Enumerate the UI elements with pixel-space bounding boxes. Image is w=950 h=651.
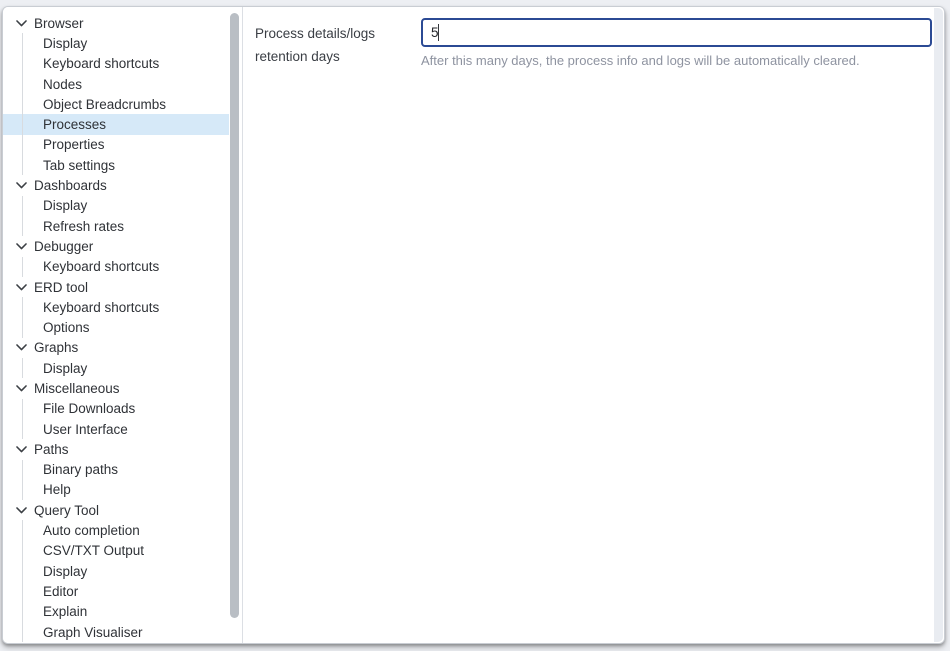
tree-group: ERD tool Keyboard shortcuts Options	[3, 277, 242, 338]
tree-group-label: Query Tool	[34, 503, 99, 518]
tree-item-processes[interactable]: Processes	[3, 114, 229, 134]
tree-group: Graphs Display	[3, 338, 242, 379]
chevron-down-icon[interactable]	[16, 507, 27, 514]
tree-group-graphs[interactable]: Graphs	[3, 338, 229, 358]
tree-group-label: Browser	[34, 16, 84, 31]
tree-group-miscellaneous[interactable]: Miscellaneous	[3, 378, 229, 398]
tree-item-display[interactable]: Display	[3, 196, 229, 216]
tree-group-debugger[interactable]: Debugger	[3, 236, 229, 256]
retention-days-input[interactable]	[421, 18, 932, 47]
tree-group-label: Miscellaneous	[34, 381, 120, 396]
preference-field-row: Process details/logs retention days Afte…	[255, 18, 932, 68]
tree-item-options[interactable]: Options	[3, 317, 229, 337]
tree-item-graph-visualiser[interactable]: Graph Visualiser	[3, 622, 229, 642]
preferences-tree: Browser Display Keyboard shortcuts Nodes…	[3, 7, 243, 643]
chevron-down-icon[interactable]	[16, 344, 27, 351]
tree-group-erd-tool[interactable]: ERD tool	[3, 277, 229, 297]
tree-item-csv-txt-output[interactable]: CSV/TXT Output	[3, 541, 229, 561]
tree-item-auto-completion[interactable]: Auto completion	[3, 520, 229, 540]
chevron-down-icon[interactable]	[16, 284, 27, 291]
tree-item-display[interactable]: Display	[3, 33, 229, 53]
tree-group-label: ERD tool	[34, 280, 88, 295]
tree-item-properties[interactable]: Properties	[3, 135, 229, 155]
chevron-down-icon[interactable]	[16, 243, 27, 250]
tree-item-help[interactable]: Help	[3, 480, 229, 500]
tree-group: Debugger Keyboard shortcuts	[3, 236, 242, 277]
chevron-down-icon[interactable]	[16, 182, 27, 189]
tree-group-browser[interactable]: Browser	[3, 13, 229, 33]
tree-group-query-tool[interactable]: Query Tool	[3, 500, 229, 520]
tree-group: Dashboards Display Refresh rates	[3, 175, 242, 236]
tree-item-keyboard-shortcuts[interactable]: Keyboard shortcuts	[3, 297, 229, 317]
tree-group-label: Dashboards	[34, 178, 107, 193]
tree-item-file-downloads[interactable]: File Downloads	[3, 399, 229, 419]
chevron-down-icon[interactable]	[16, 385, 27, 392]
preferences-content: Process details/logs retention days Afte…	[243, 7, 944, 643]
tree-item-object-breadcrumbs[interactable]: Object Breadcrumbs	[3, 94, 229, 114]
tree-item-keyboard-shortcuts[interactable]: Keyboard shortcuts	[3, 257, 229, 277]
tree-group: Paths Binary paths Help	[3, 439, 242, 500]
tree-item-keyboard-shortcuts[interactable]: Keyboard shortcuts	[3, 54, 229, 74]
tree-group-dashboards[interactable]: Dashboards	[3, 175, 229, 195]
tree-group: Browser Display Keyboard shortcuts Nodes…	[3, 13, 242, 175]
text-cursor	[438, 24, 439, 41]
content-scrollbar-track[interactable]	[934, 8, 943, 642]
preferences-dialog: Browser Display Keyboard shortcuts Nodes…	[2, 6, 945, 644]
tree-group-label: Debugger	[34, 239, 93, 254]
tree-item-editor[interactable]: Editor	[3, 581, 229, 601]
chevron-down-icon[interactable]	[16, 20, 27, 27]
tree-item-tab-settings[interactable]: Tab settings	[3, 155, 229, 175]
tree-group-label: Graphs	[34, 340, 78, 355]
field-help-text: After this many days, the process info a…	[421, 53, 932, 68]
tree-item-display[interactable]: Display	[3, 561, 229, 581]
tree-group: Query Tool Auto completion CSV/TXT Outpu…	[3, 500, 242, 642]
tree-item-display[interactable]: Display	[3, 358, 229, 378]
tree-scrollbar-thumb[interactable]	[230, 13, 239, 618]
tree-item-binary-paths[interactable]: Binary paths	[3, 460, 229, 480]
tree-group-paths[interactable]: Paths	[3, 439, 229, 459]
chevron-down-icon[interactable]	[16, 446, 27, 453]
tree-item-user-interface[interactable]: User Interface	[3, 419, 229, 439]
tree-item-refresh-rates[interactable]: Refresh rates	[3, 216, 229, 236]
tree-item-nodes[interactable]: Nodes	[3, 74, 229, 94]
field-label: Process details/logs retention days	[255, 18, 421, 68]
tree-group: Miscellaneous File Downloads User Interf…	[3, 378, 242, 439]
tree-item-explain[interactable]: Explain	[3, 602, 229, 622]
tree-group-label: Paths	[34, 442, 69, 457]
